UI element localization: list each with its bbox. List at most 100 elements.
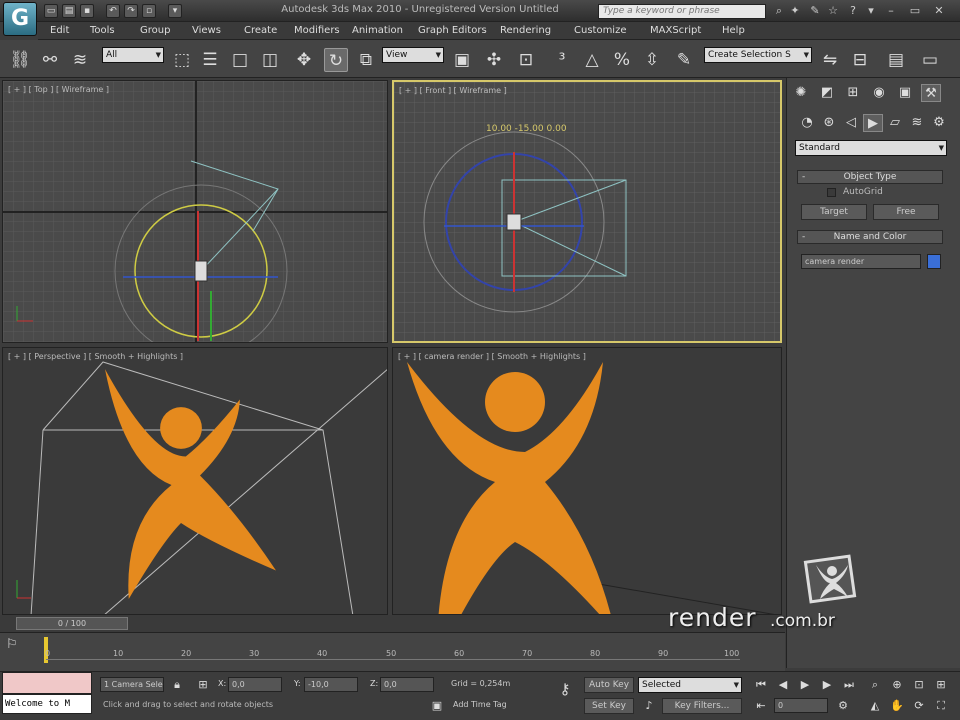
auto-key-button[interactable]: Auto Key bbox=[584, 677, 634, 693]
free-camera-button[interactable]: Free bbox=[873, 204, 939, 220]
previous-frame-icon[interactable]: ◀ bbox=[774, 677, 792, 692]
lock-selection-icon[interactable]: 🔒︎ bbox=[168, 677, 186, 692]
communication-icon[interactable]: ✎ bbox=[808, 4, 822, 18]
add-time-tag-icon[interactable]: ▣ bbox=[428, 698, 446, 713]
reference-coordinate-dropdown[interactable]: View bbox=[382, 47, 444, 63]
subscription-icon[interactable]: ✦ bbox=[788, 4, 802, 18]
x-coord-field[interactable]: 0,0 bbox=[228, 677, 282, 692]
snaps-toggle-icon[interactable]: ³ bbox=[550, 48, 574, 72]
select-and-scale-icon[interactable]: ⧉ bbox=[354, 48, 378, 72]
maxscript-listener-top[interactable] bbox=[2, 672, 92, 694]
percent-snap-icon[interactable]: % bbox=[610, 48, 634, 72]
field-of-view-icon[interactable]: ◭ bbox=[866, 698, 884, 713]
menu-animation[interactable]: Animation bbox=[352, 25, 403, 36]
menu-customize[interactable]: Customize bbox=[574, 25, 627, 36]
display-tab-icon[interactable]: ▣ bbox=[895, 84, 915, 102]
minimize-icon[interactable]: – bbox=[884, 4, 898, 18]
viewport-top[interactable]: [ + ] [ Top ] [ Wireframe ] bbox=[2, 80, 388, 343]
zoom-all-icon[interactable]: ⊕ bbox=[888, 677, 906, 692]
select-and-move-icon[interactable]: ✥ bbox=[292, 48, 316, 72]
redo-icon[interactable]: ↷ bbox=[124, 4, 138, 18]
angle-snap-icon[interactable]: △ bbox=[580, 48, 604, 72]
go-to-start-icon[interactable]: ⏮ bbox=[752, 677, 770, 692]
keyboard-shortcut-override-icon[interactable]: ⊡ bbox=[514, 48, 538, 72]
graphite-ribbon-icon[interactable]: ▭ bbox=[918, 48, 942, 72]
current-frame-field[interactable]: 0 bbox=[774, 698, 828, 713]
object-name-field[interactable]: camera render bbox=[801, 254, 921, 269]
viewport-label[interactable]: [ + ] [ camera render ] [ Smooth + Highl… bbox=[398, 352, 586, 361]
pan-view-icon[interactable]: ✋ bbox=[888, 698, 906, 713]
systems-icon[interactable]: ⚙ bbox=[929, 114, 949, 132]
bind-space-warp-icon[interactable]: ≋ bbox=[68, 48, 92, 72]
time-configuration-icon[interactable]: ⚙ bbox=[834, 698, 852, 713]
set-key-mode-icon[interactable]: ⚷ bbox=[556, 682, 574, 697]
menu-maxscript[interactable]: MAXScript bbox=[650, 25, 701, 36]
open-icon[interactable]: ▤ bbox=[62, 4, 76, 18]
new-icon[interactable]: ▭ bbox=[44, 4, 58, 18]
add-time-tag-button[interactable]: Add Time Tag bbox=[450, 698, 540, 713]
menu-graph-editors[interactable]: Graph Editors bbox=[418, 25, 487, 36]
zoom-extents-all-icon[interactable]: ⊞ bbox=[932, 677, 950, 692]
window-crossing-icon[interactable]: ◫ bbox=[258, 48, 282, 72]
mirror-icon[interactable]: ⇋ bbox=[818, 48, 842, 72]
unlink-icon[interactable]: ⚯ bbox=[38, 48, 62, 72]
viewport-front[interactable]: [ + ] [ Front ] [ Wireframe ] 10.00 -15.… bbox=[392, 80, 782, 343]
lights-icon[interactable]: ◁ bbox=[841, 114, 861, 132]
create-tab-icon[interactable]: ✺ bbox=[791, 84, 811, 102]
select-and-rotate-icon[interactable]: ↻ bbox=[324, 48, 348, 72]
select-object-icon[interactable]: ⬚ bbox=[170, 48, 194, 72]
search-input[interactable]: Type a keyword or phrase bbox=[598, 4, 766, 19]
menu-create[interactable]: Create bbox=[244, 25, 277, 36]
select-and-link-icon[interactable]: ⛓ bbox=[8, 48, 32, 72]
layer-manager-icon[interactable]: ▤ bbox=[884, 48, 908, 72]
key-mode-toggle-icon[interactable]: ⇤ bbox=[752, 698, 770, 713]
zoom-icon[interactable]: ⌕ bbox=[866, 677, 884, 692]
object-color-swatch[interactable] bbox=[927, 254, 941, 269]
next-frame-icon[interactable]: ▶ bbox=[818, 677, 836, 692]
viewport-label[interactable]: [ + ] [ Front ] [ Wireframe ] bbox=[399, 86, 507, 95]
utilities-tab-icon[interactable]: ⚒ bbox=[921, 84, 941, 102]
undo-icon[interactable]: ↶ bbox=[106, 4, 120, 18]
menu-edit[interactable]: Edit bbox=[50, 25, 69, 36]
y-coord-field[interactable]: -10,0 bbox=[304, 677, 358, 692]
select-and-manipulate-icon[interactable]: ✣ bbox=[482, 48, 506, 72]
zoom-extents-icon[interactable]: ⊡ bbox=[910, 677, 928, 692]
viewport-perspective[interactable]: [ + ] [ Perspective ] [ Smooth + Highlig… bbox=[2, 347, 388, 615]
absolute-relative-toggle-icon[interactable]: ⊞ bbox=[194, 677, 212, 692]
project-folder-icon[interactable]: ▾ bbox=[168, 4, 182, 18]
viewport-label[interactable]: [ + ] [ Perspective ] [ Smooth + Highlig… bbox=[8, 352, 183, 361]
named-selection-dropdown[interactable]: Create Selection S bbox=[704, 47, 812, 63]
menu-modifiers[interactable]: Modifiers bbox=[294, 25, 340, 36]
hierarchy-tab-icon[interactable]: ⊞ bbox=[843, 84, 863, 102]
set-key-button[interactable]: Set Key bbox=[584, 698, 634, 714]
track-bar[interactable]: ⚐ 0 10 20 30 40 50 60 70 80 90 100 bbox=[0, 633, 785, 671]
help-dropdown-icon[interactable]: ▾ bbox=[864, 4, 878, 18]
play-icon[interactable]: ▶ bbox=[796, 677, 814, 692]
z-coord-field[interactable]: 0,0 bbox=[380, 677, 434, 692]
align-icon[interactable]: ⊟ bbox=[848, 48, 872, 72]
helpers-icon[interactable]: ▱ bbox=[885, 114, 905, 132]
maximize-icon[interactable]: ▭ bbox=[908, 4, 922, 18]
menu-tools[interactable]: Tools bbox=[90, 25, 115, 36]
cameras-icon[interactable]: ▶ bbox=[863, 114, 883, 132]
favorites-icon[interactable]: ☆ bbox=[826, 4, 840, 18]
shapes-icon[interactable]: ⊛ bbox=[819, 114, 839, 132]
menu-group[interactable]: Group bbox=[140, 25, 170, 36]
autogrid-checkbox[interactable] bbox=[827, 188, 836, 197]
maxscript-listener-input[interactable]: Welcome to M bbox=[2, 694, 92, 714]
search-icon[interactable]: ⌕ bbox=[772, 4, 786, 18]
orbit-icon[interactable]: ⟳ bbox=[910, 698, 928, 713]
name-and-color-rollout[interactable]: Name and Color bbox=[797, 230, 943, 244]
object-type-rollout[interactable]: Object Type bbox=[797, 170, 943, 184]
menu-help[interactable]: Help bbox=[722, 25, 745, 36]
mini-curve-editor-icon[interactable]: ⚐ bbox=[6, 637, 26, 657]
rectangular-selection-icon[interactable]: □ bbox=[228, 48, 252, 72]
selection-filter-dropdown[interactable]: All bbox=[102, 47, 164, 63]
hold-icon[interactable]: ▫ bbox=[142, 4, 156, 18]
menu-rendering[interactable]: Rendering bbox=[500, 25, 551, 36]
modify-tab-icon[interactable]: ◩ bbox=[817, 84, 837, 102]
select-by-name-icon[interactable]: ☰ bbox=[198, 48, 222, 72]
spinner-snap-icon[interactable]: ⇳ bbox=[640, 48, 664, 72]
application-button[interactable]: G bbox=[3, 2, 37, 36]
edit-named-selections-icon[interactable]: ✎ bbox=[672, 48, 696, 72]
